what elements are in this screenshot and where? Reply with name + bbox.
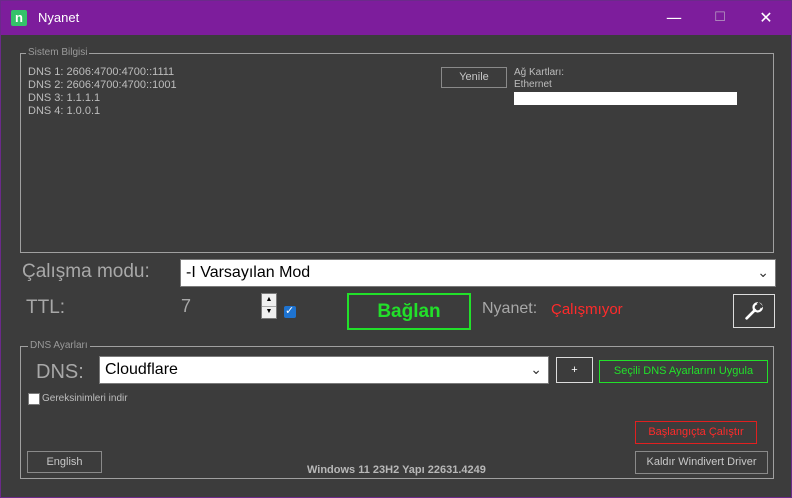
ttl-stepper[interactable]: ▲ ▼ xyxy=(261,293,277,319)
maximize-button[interactable]: ☐ xyxy=(697,1,743,35)
status-value: Çalışmıyor xyxy=(551,301,623,318)
ttl-checkbox[interactable]: ✓ xyxy=(284,304,296,318)
mode-label: Çalışma modu: xyxy=(22,261,150,282)
adapter-list[interactable] xyxy=(514,92,737,105)
chevron-down-icon: ⌄ xyxy=(757,264,769,280)
apply-dns-button[interactable]: Seçili DNS Ayarlarını Uygula xyxy=(599,360,768,383)
os-info: Windows 11 23H2 Yapı 22631.4249 xyxy=(307,464,486,476)
dns-line-3: DNS 3: 1.1.1.1 xyxy=(28,92,101,104)
add-dns-button[interactable]: + xyxy=(556,357,593,383)
settings-button[interactable] xyxy=(733,294,775,328)
dns-settings-label: DNS Ayarları xyxy=(28,340,90,351)
connect-button[interactable]: Bağlan xyxy=(347,293,471,330)
title-bar[interactable]: n Nyanet — ☐ ✕ xyxy=(1,1,791,35)
refresh-button[interactable]: Yenile xyxy=(441,67,507,88)
window-title: Nyanet xyxy=(38,10,80,25)
language-button[interactable]: English xyxy=(27,451,102,473)
close-button[interactable]: ✕ xyxy=(743,1,789,35)
check-icon: ✓ xyxy=(285,304,295,317)
app-icon: n xyxy=(11,10,27,26)
requirements-checkbox[interactable] xyxy=(28,393,40,405)
remove-driver-button[interactable]: Kaldır Windivert Driver xyxy=(635,451,768,474)
dns-line-1: DNS 1: 2606:4700:4700::1111 xyxy=(28,66,175,78)
stepper-down-icon[interactable]: ▼ xyxy=(262,306,276,318)
dns-provider-select[interactable]: Cloudflare ⌄ xyxy=(99,356,549,384)
status-label: Nyanet: xyxy=(482,300,538,317)
wrench-icon xyxy=(745,301,764,320)
dns-provider-value: Cloudflare xyxy=(105,361,178,378)
minimize-button[interactable]: — xyxy=(651,1,697,35)
requirements-label: Gereksinimleri indir xyxy=(42,393,128,404)
dns-label: DNS: xyxy=(36,361,84,383)
adapter-ethernet: Ethernet xyxy=(514,79,552,90)
dns-line-4: DNS 4: 1.0.0.1 xyxy=(28,105,101,117)
mode-select[interactable]: -I Varsayılan Mod ⌄ xyxy=(180,259,776,287)
system-info-label: Sistem Bilgisi xyxy=(26,47,90,58)
chevron-down-icon: ⌄ xyxy=(530,361,542,377)
mode-value: -I Varsayılan Mod xyxy=(186,264,311,281)
dns-line-2: DNS 2: 2606:4700:4700::1001 xyxy=(28,79,177,91)
startup-button[interactable]: Başlangıçta Çalıştır xyxy=(635,421,757,444)
ttl-value: 7 xyxy=(181,296,192,316)
adapters-label: Ağ Kartları: xyxy=(514,67,565,78)
app-window: n Nyanet — ☐ ✕ Sistem Bilgisi DNS 1: 260… xyxy=(0,0,792,498)
ttl-label: TTL: xyxy=(26,297,66,318)
